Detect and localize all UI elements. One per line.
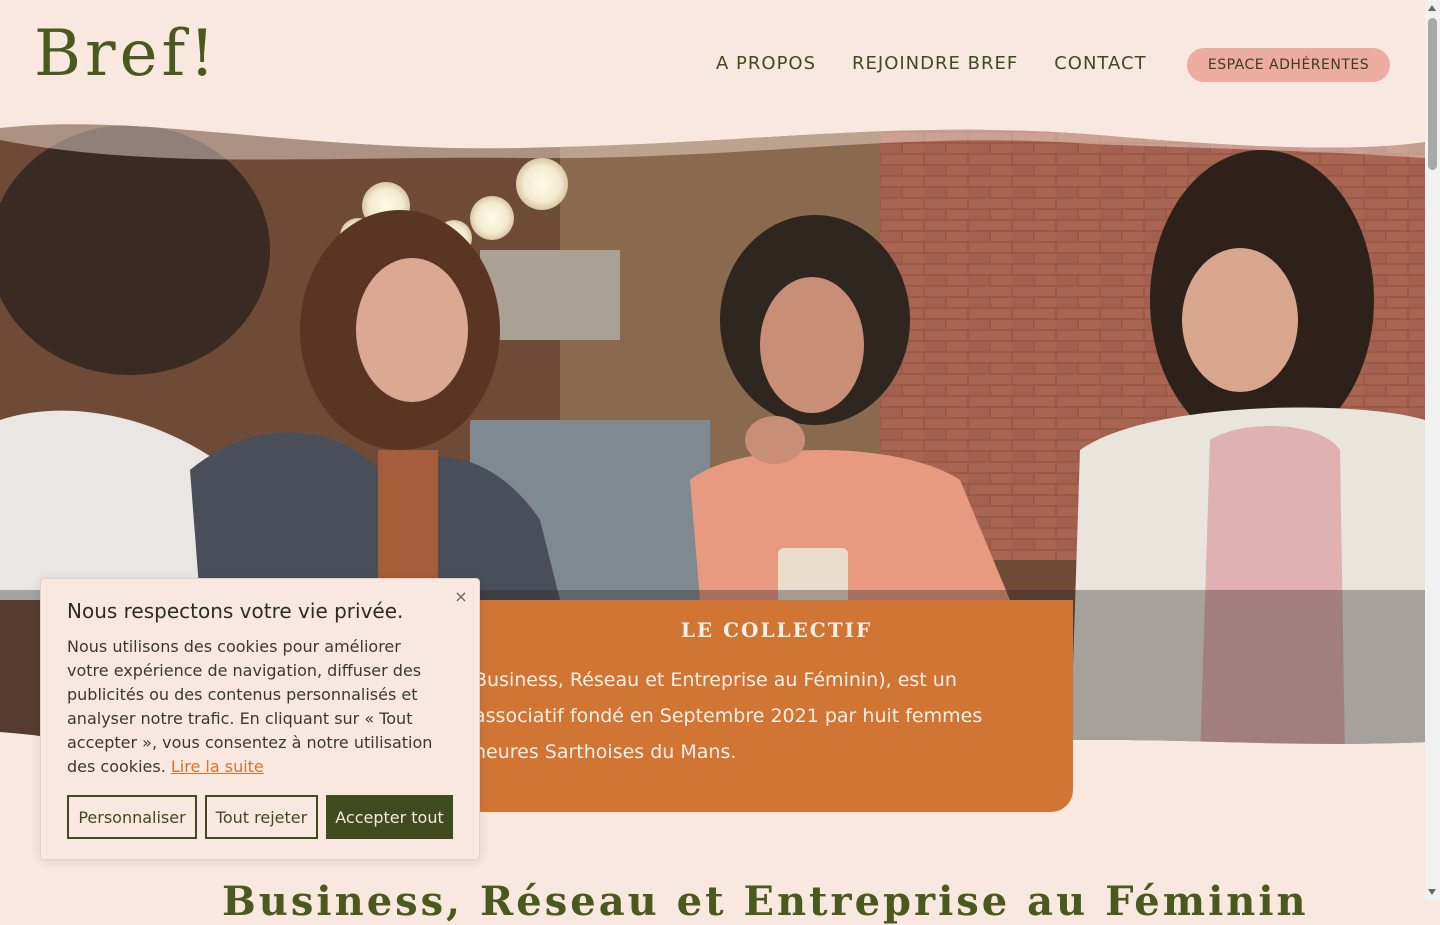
cookie-description: Nous utilisons des cookies pour améliore… bbox=[67, 637, 433, 776]
read-more-link[interactable]: Lire la suite bbox=[171, 757, 264, 776]
collectif-card: LE COLLECTIF Business, Réseau et Entrepr… bbox=[474, 600, 1073, 812]
cookie-text: Nous utilisons des cookies pour améliore… bbox=[67, 635, 447, 779]
main-nav: A PROPOS REJOINDRE BREF CONTACT bbox=[716, 52, 1147, 76]
nav-rejoindre-bref[interactable]: REJOINDRE BREF bbox=[852, 52, 1018, 76]
logo[interactable]: Bref! bbox=[34, 22, 219, 86]
section-heading: Business, Réseau et Entreprise au Fémini… bbox=[222, 878, 1309, 925]
scroll-down-arrow-icon[interactable] bbox=[1428, 889, 1436, 895]
close-icon[interactable]: × bbox=[451, 587, 471, 607]
nav-a-propos[interactable]: A PROPOS bbox=[716, 52, 816, 76]
customize-button[interactable]: Personnaliser bbox=[67, 795, 197, 839]
cookie-consent-dialog: Nous respectons votre vie privée. × Nous… bbox=[40, 578, 480, 860]
reject-all-button[interactable]: Tout rejeter bbox=[205, 795, 318, 839]
collectif-title: LE COLLECTIF bbox=[680, 618, 873, 642]
scroll-up-arrow-icon[interactable] bbox=[1428, 5, 1436, 11]
cookie-title: Nous respectons votre vie privée. bbox=[67, 599, 404, 623]
site-header: Bref! A PROPOS REJOINDRE BREF CONTACT ES… bbox=[0, 0, 1425, 130]
scroll-thumb[interactable] bbox=[1428, 18, 1437, 170]
collectif-text: Business, Réseau et Entreprise au Fémini… bbox=[474, 669, 983, 763]
nav-contact[interactable]: CONTACT bbox=[1054, 52, 1146, 76]
page-scrollbar[interactable] bbox=[1425, 0, 1440, 900]
member-area-button[interactable]: ESPACE ADHÉRENTES bbox=[1187, 48, 1390, 82]
accept-all-button[interactable]: Accepter tout bbox=[326, 795, 453, 839]
